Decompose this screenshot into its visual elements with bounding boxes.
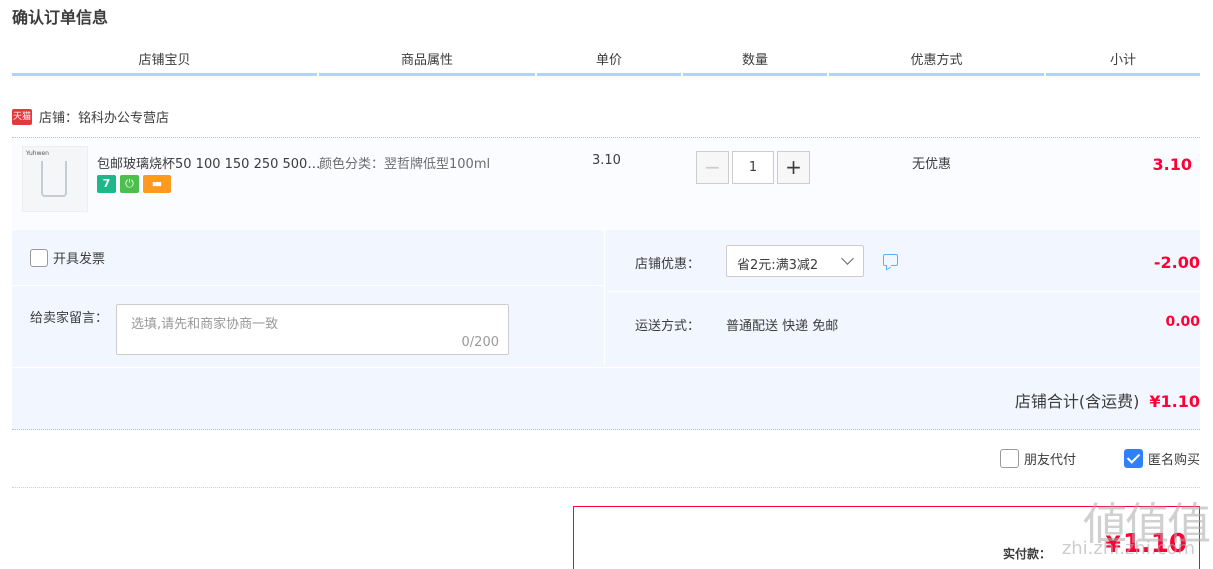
plug-icon[interactable]: ⏻: [120, 175, 139, 193]
credit-card-icon[interactable]: ▬: [143, 175, 171, 193]
shop-name[interactable]: 店铺：铭科办公专营店: [39, 107, 169, 126]
message-label: 给卖家留言：: [30, 311, 109, 326]
pay-label: 实付款：: [1002, 547, 1051, 561]
beaker-image: [41, 161, 67, 197]
anonymous-buy-checkbox[interactable]: [1123, 449, 1143, 468]
shop-discount-shipping: 店铺优惠： 省2元:满3减2 -2.00 运送方式： 普通配送 快递 免邮 0.…: [607, 230, 1200, 366]
shop-promo-select[interactable]: 省2元:满3减2: [726, 245, 864, 277]
item-unit-price: 3.10: [592, 153, 621, 168]
friend-pay-option[interactable]: 朋友代付: [999, 449, 1076, 468]
message-char-count: 0/200: [461, 335, 499, 350]
shop-total-value: ¥1.10: [1149, 392, 1200, 411]
anonymous-buy-label: 匿名购买: [1147, 453, 1200, 468]
divider: [12, 487, 1200, 488]
order-item-row: Yuhwen 包邮玻璃烧杯50 100 150 250 500 1000ml 7…: [12, 137, 1200, 229]
shipping-amount: 0.00: [1165, 314, 1200, 330]
shipping-label: 运送方式：: [635, 319, 701, 334]
shop-header: 天猫 店铺：铭科办公专营店: [12, 107, 169, 126]
item-promo: 无优惠: [912, 157, 952, 172]
quantity-input[interactable]: 1: [732, 151, 774, 184]
service-badges: 7 ⏻ ▬: [97, 175, 171, 193]
column-header-qty: 数量: [683, 50, 827, 76]
watermark-url: zhi.zhi.zhi.com: [1061, 538, 1195, 559]
order-options-panel: 开具发票 给卖家留言： 选填,请先和商家协商一致 0/200 店铺优惠： 省2元…: [12, 230, 1200, 430]
friend-pay-label: 朋友代付: [1023, 453, 1076, 468]
friend-pay-checkbox[interactable]: [999, 449, 1019, 468]
shop-promo-label: 店铺优惠：: [635, 257, 701, 272]
chat-icon[interactable]: [883, 254, 898, 266]
message-placeholder: 选填,请先和商家协商一致: [131, 317, 279, 332]
chevron-down-icon: [841, 252, 854, 265]
column-header-price: 单价: [537, 50, 681, 76]
anonymous-buy-option[interactable]: 匿名购买: [1123, 449, 1200, 468]
column-header-subtotal: 小计: [1046, 50, 1200, 76]
page-title: 确认订单信息: [12, 8, 109, 27]
column-header-promo: 优惠方式: [829, 50, 1044, 76]
invoice-checkbox[interactable]: [30, 248, 48, 267]
buyer-options: 开具发票 给卖家留言： 选填,请先和商家协商一致 0/200: [12, 230, 605, 366]
thumbnail-brand: Yuhwen: [26, 150, 49, 157]
item-thumbnail[interactable]: Yuhwen: [22, 146, 88, 212]
invoice-option[interactable]: 开具发票: [30, 248, 105, 267]
invoice-label: 开具发票: [53, 252, 106, 267]
divider: [12, 367, 1200, 368]
payment-options: 朋友代付 匿名购买: [952, 449, 1200, 468]
column-headers: 店铺宝贝 商品属性 单价 数量 优惠方式 小计: [12, 50, 1200, 76]
divider: [12, 285, 605, 286]
seller-message-input[interactable]: 选填,请先和商家协商一致 0/200: [116, 304, 509, 355]
shop-total: 店铺合计(含运费) ¥1.10: [1015, 388, 1200, 412]
shop-promo-value: 省2元:满3减2: [737, 258, 819, 273]
shop-promo-amount: -2.00: [1153, 253, 1200, 272]
shipping-method: 普通配送 快递 免邮: [726, 319, 839, 334]
quantity-decrease-button[interactable]: −: [696, 151, 729, 184]
item-subtotal: 3.10: [1152, 155, 1192, 174]
tmall-icon: 天猫: [12, 108, 32, 125]
shop-total-label: 店铺合计(含运费): [1014, 392, 1140, 411]
quantity-stepper: − 1 +: [696, 151, 810, 184]
item-attribute: 颜色分类：翌哲牌低型100ml: [319, 157, 491, 172]
item-name[interactable]: 包邮玻璃烧杯50 100 150 250 500 1000ml: [97, 153, 322, 172]
column-header-item: 店铺宝贝: [12, 50, 317, 76]
column-header-attr: 商品属性: [319, 50, 535, 76]
seven-day-return-icon[interactable]: 7: [97, 175, 116, 193]
quantity-increase-button[interactable]: +: [777, 151, 810, 184]
divider: [607, 291, 1200, 292]
